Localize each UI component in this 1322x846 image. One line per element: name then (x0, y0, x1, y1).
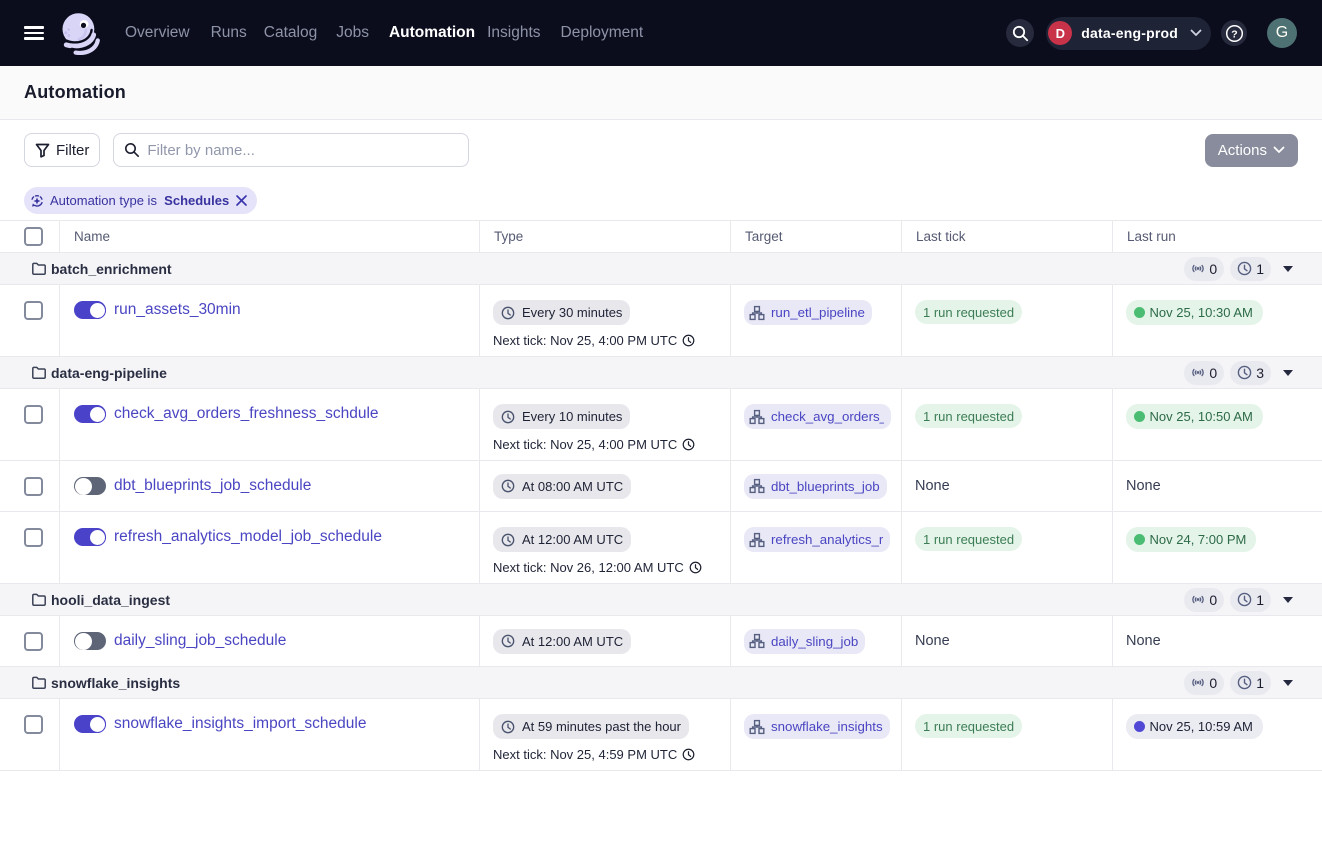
svg-text:?: ? (1231, 28, 1237, 40)
